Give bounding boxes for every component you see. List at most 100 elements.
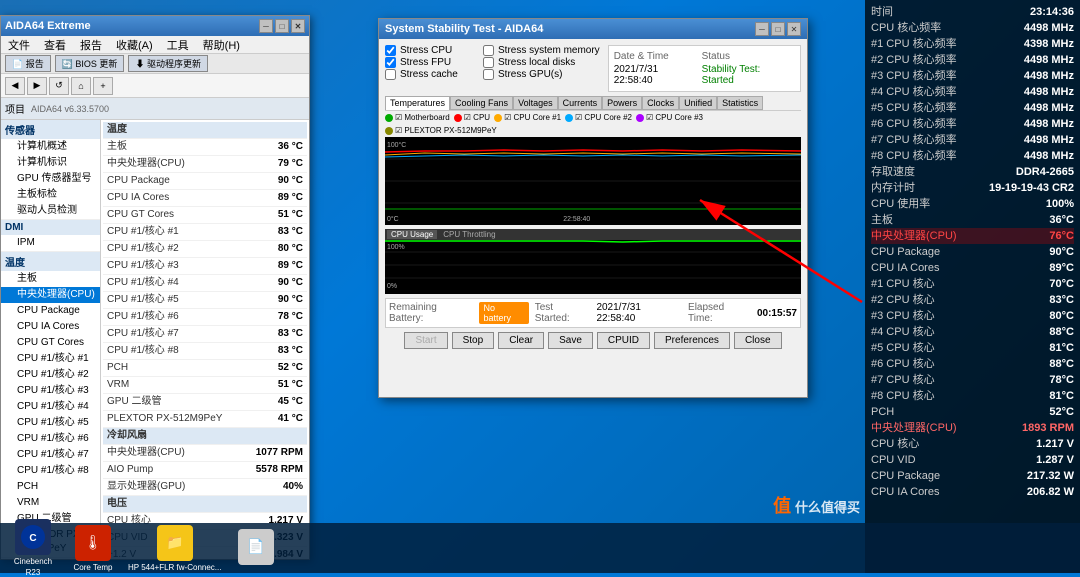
tab-cooling[interactable]: Cooling Fans [450,96,513,110]
taskbar-coretemp[interactable]: 🌡 Core Temp [68,525,118,572]
sidebar-item-vrm[interactable]: VRM [1,495,100,511]
cpuid-button[interactable]: CPUID [597,332,650,349]
stress-gpu-checkbox[interactable] [483,69,494,80]
tab-clocks[interactable]: Clocks [642,96,679,110]
sidebar-item-cpu-package[interactable]: CPU Package [1,303,100,319]
stability-titlebar: System Stability Test - AIDA64 ─ □ ✕ [379,19,807,39]
refresh-button[interactable]: ↺ [49,77,69,95]
mem-timing-value: 19-19-19-43 CR2 [989,180,1074,196]
preferences-button[interactable]: Preferences [654,332,730,349]
cpu-freq-value: 4498 MHz [1024,20,1074,36]
watermark-text: 什么值得买 [795,500,860,515]
sidebar-item-core4[interactable]: CPU #1/核心 #4 [1,399,100,415]
cpu-throttling-tab[interactable]: CPU Throttling [439,230,499,239]
stress-disks-item: Stress local disks [483,57,600,68]
aida64-window: AIDA64 Extreme ─ □ ✕ 文件 查看 报告 收藏(A) 工具 帮… [0,15,310,560]
stability-buttons: Start Stop Clear Save CPUID Preferences … [385,332,801,349]
row-core3-temp: #3 CPU 核心 80°C [871,308,1074,324]
clear-button[interactable]: Clear [498,332,544,349]
menu-view[interactable]: 查看 [41,37,69,53]
sidebar-item-gpu-type[interactable]: GPU 传感器型号 [1,171,100,187]
menu-tools[interactable]: 工具 [164,37,192,53]
stress-fpu-checkbox[interactable] [385,57,396,68]
taskbar-hp[interactable]: 📁 HP 544+FLR fw-Connec... [128,525,221,572]
sensors-header[interactable]: 传感器 [1,120,100,139]
temp-header[interactable]: 温度 [1,252,100,271]
header-label: 项目 [5,101,25,116]
legend-core2-dot [565,114,573,122]
mem-timing-label: 内存计时 [871,180,915,196]
cpu-usage-svg: 100% 0% [385,240,801,290]
legend-motherboard: ☑ Motherboard [385,113,450,122]
sidebar-item-core1[interactable]: CPU #1/核心 #1 [1,351,100,367]
taskbar-cinebench[interactable]: C Cinebench R23 [8,519,58,577]
back-button[interactable]: ◀ [5,77,25,95]
cpu-usage-chart: CPU Usage CPU Throttling 100% 0% [385,229,801,294]
hp-svg: 📁 [161,529,189,557]
mem-speed-value: DDR4-2665 [1016,164,1074,180]
svg-text:100%: 100% [387,244,405,251]
tab-statistics[interactable]: Statistics [717,96,763,110]
cpu-core-v2-value: 1.217 V [1036,436,1074,452]
maximize-button[interactable]: □ [275,19,289,33]
sidebar-item-core3[interactable]: CPU #1/核心 #3 [1,383,100,399]
stop-button[interactable]: Stop [452,332,495,349]
stability-minimize[interactable]: ─ [755,22,769,36]
stress-memory-checkbox[interactable] [483,45,494,56]
report-button[interactable]: 📄 报告 [5,55,51,72]
stress-cpu-checkbox[interactable] [385,45,396,56]
menu-report[interactable]: 报告 [77,37,105,53]
tab-unified[interactable]: Unified [679,96,717,110]
menu-help[interactable]: 帮助(H) [200,37,243,53]
menu-file[interactable]: 文件 [5,37,33,53]
status-value-row: 2021/7/31 22:58:40 Stability Test: Start… [614,64,795,86]
svg-text:0%: 0% [387,283,397,290]
tab-powers[interactable]: Powers [602,96,642,110]
save-button[interactable]: Save [548,332,593,349]
stress-disks-checkbox[interactable] [483,57,494,68]
stability-maximize[interactable]: □ [771,22,785,36]
forward-button[interactable]: ▶ [27,77,47,95]
sidebar-item-ipm[interactable]: IPM [1,235,100,251]
sidebar-item-core5[interactable]: CPU #1/核心 #5 [1,415,100,431]
sidebar-item-cpu-gt[interactable]: CPU GT Cores [1,335,100,351]
sidebar-item-core6[interactable]: CPU #1/核心 #6 [1,431,100,447]
cpu-usage-tab[interactable]: CPU Usage [387,230,437,239]
tab-voltages[interactable]: Voltages [513,96,558,110]
sidebar-item-driver[interactable]: 驱动人员检测 [1,203,100,219]
sidebar-item-core8[interactable]: CPU #1/核心 #8 [1,463,100,479]
row-cpu1-freq: #1 CPU 核心频率 4398 MHz [871,36,1074,52]
sidebar-item-core7[interactable]: CPU #1/核心 #7 [1,447,100,463]
stress-cache-checkbox[interactable] [385,69,396,80]
sidebar-item-id[interactable]: 计算机标识 [1,155,100,171]
cpu-vid2-label: CPU VID [871,452,916,468]
home-button[interactable]: ⌂ [71,77,91,95]
start-button[interactable]: Start [404,332,447,349]
sidebar-item-board[interactable]: 主板标检 [1,187,100,203]
core4-temp-label: #4 CPU 核心 [871,324,935,340]
row-cpu-ia-w: CPU IA Cores 206.82 W [871,484,1074,500]
bios-update-button[interactable]: 🔄 BIOS 更新 [55,55,125,72]
menu-favorites[interactable]: 收藏(A) [113,37,156,53]
tab-temperatures[interactable]: Temperatures [385,96,450,110]
sidebar-item-cpu[interactable]: 中央处理器(CPU) [1,287,100,303]
sidebar-item-cpu-ia[interactable]: CPU IA Cores [1,319,100,335]
taskbar-doc[interactable]: 📄 [231,529,281,567]
cpu2-freq-label: #2 CPU 核心频率 [871,52,957,68]
desktop: AIDA64 Extreme ─ □ ✕ 文件 查看 报告 收藏(A) 工具 帮… [0,0,1080,573]
driver-update-button[interactable]: ⬇ 驱动程序更新 [128,55,208,72]
sidebar-item-overview[interactable]: 计算机概述 [1,139,100,155]
sidebar-item-pch[interactable]: PCH [1,479,100,495]
cpu-usage-label: CPU 使用率 [871,196,930,212]
tab-currents[interactable]: Currents [558,96,603,110]
close-stab-button[interactable]: Close [734,332,782,349]
sidebar-item-motherboard[interactable]: 主板 [1,271,100,287]
legend-plextor: ☑ PLEXTOR PX-512M9PeY [385,126,497,135]
expand-button[interactable]: + [93,77,113,95]
dmi-header[interactable]: DMI [1,220,100,235]
close-button[interactable]: ✕ [291,19,305,33]
minimize-button[interactable]: ─ [259,19,273,33]
stability-close[interactable]: ✕ [787,22,801,36]
data-row-cpu: 中央处理器(CPU) 79 °C [103,156,307,173]
sidebar-item-core2[interactable]: CPU #1/核心 #2 [1,367,100,383]
